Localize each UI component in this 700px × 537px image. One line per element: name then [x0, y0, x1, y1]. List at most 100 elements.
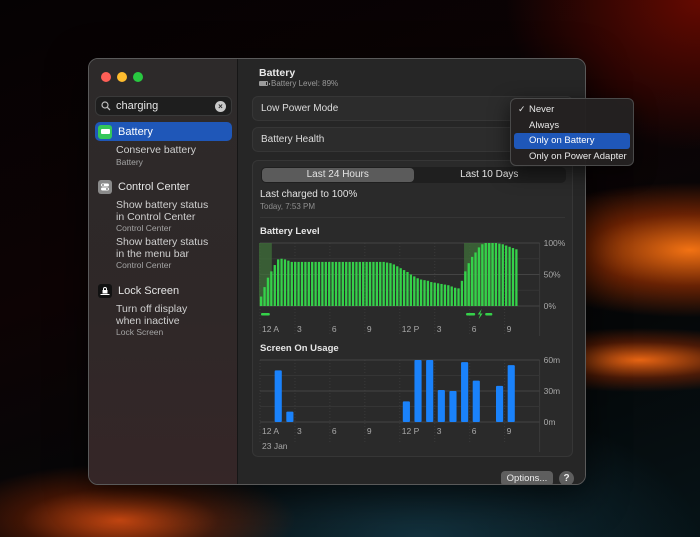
screen-usage-bar	[426, 360, 434, 422]
sidebar-item-control-center[interactable]: Control Center	[95, 177, 232, 196]
battery-level-bar	[362, 261, 365, 306]
sidebar: × Battery Conserve battery Battery	[89, 59, 238, 484]
battery-level-bar	[399, 268, 402, 306]
y-tick-label: 60m	[544, 355, 561, 365]
result-title: Conserve battery	[116, 144, 196, 156]
battery-level-bar	[270, 271, 273, 306]
y-tick-label: 100%	[544, 238, 566, 248]
sidebar-item-label: Battery	[118, 125, 153, 138]
options-button[interactable]: Options...	[501, 471, 553, 484]
screen-on-usage-chart: 60m 30m 0m 12 A 3 6 9 12 P 3 6 9 23 Jan	[259, 355, 561, 452]
battery-level-bar	[430, 282, 433, 306]
menu-item-never[interactable]: ✓ Never	[514, 102, 630, 118]
screen-usage-bar	[286, 411, 294, 422]
battery-level-bar	[389, 263, 392, 306]
battery-level-bar	[328, 261, 331, 306]
checkmark-icon: ✓	[518, 104, 526, 114]
screen-usage-bar	[507, 365, 515, 422]
x-tick-label: 9	[367, 324, 372, 334]
x-tick-label: 3	[437, 426, 442, 436]
menu-item-only-on-battery[interactable]: Only on Battery	[514, 133, 630, 149]
battery-level-bar	[304, 261, 307, 306]
menu-item-only-on-power-adapter[interactable]: Only on Power Adapter	[514, 149, 630, 165]
battery-level-bar	[355, 261, 358, 306]
screen-usage-bar	[274, 370, 282, 422]
x-tick-label: 12 A	[262, 324, 279, 334]
clear-search-icon[interactable]: ×	[215, 100, 226, 112]
battery-level-bar	[436, 283, 440, 306]
battery-level-bar	[392, 264, 396, 306]
battery-level-bar	[283, 259, 287, 306]
sidebar-item-lock-screen[interactable]: Lock Screen	[95, 281, 232, 300]
search-icon	[101, 101, 111, 111]
date-label: 23 Jan	[262, 441, 288, 451]
battery-level-bar	[443, 284, 447, 306]
help-button[interactable]: ?	[559, 471, 574, 484]
search-result-show-battery-status-menu-bar[interactable]: Show battery status in the menu bar Cont…	[116, 236, 231, 271]
battery-level-bar	[260, 296, 263, 306]
battery-level-bar	[453, 287, 457, 306]
battery-level-bar	[280, 258, 283, 306]
battery-level-bar	[263, 287, 266, 306]
battery-level-bar	[277, 259, 280, 306]
battery-level-bar	[266, 277, 270, 306]
battery-level-bar	[314, 261, 317, 306]
search-result-turn-off-display[interactable]: Turn off display when inactive Lock Scre…	[116, 303, 231, 338]
battery-level-bar	[481, 244, 484, 306]
battery-level-chart: 100% 50% 0% 12 A 3 6 9 12 P 3 6 9	[259, 238, 566, 336]
x-tick-label: 12 P	[402, 426, 420, 436]
battery-level-bar	[375, 261, 379, 306]
y-tick-label: 0%	[544, 301, 557, 311]
battery-level-bar	[406, 271, 409, 306]
search-input[interactable]	[116, 100, 215, 112]
battery-level-bar	[331, 261, 334, 306]
sidebar-item-battery[interactable]: Battery	[95, 122, 232, 141]
battery-level-bar	[396, 266, 399, 306]
tab-last-10-days[interactable]: Last 10 Days	[414, 168, 566, 182]
screen-usage-bar	[437, 389, 445, 422]
window-controls	[101, 72, 143, 82]
battery-level-bar	[470, 256, 474, 306]
battery-level-bar	[498, 243, 501, 306]
battery-level-bar	[300, 261, 304, 306]
battery-level-bar	[416, 278, 419, 306]
x-tick-label: 6	[332, 324, 337, 334]
search-field[interactable]: ×	[95, 96, 232, 116]
battery-level-bar	[457, 288, 460, 306]
battery-level-bar	[287, 260, 290, 306]
battery-level-bar	[341, 261, 344, 306]
battery-level-bar	[491, 243, 494, 306]
sidebar-item-label: Lock Screen	[118, 284, 180, 297]
y-tick-label: 0m	[544, 417, 556, 427]
menu-item-always[interactable]: Always	[514, 118, 630, 134]
result-category: Battery	[116, 156, 143, 167]
battery-level-bar	[477, 247, 481, 306]
search-result-show-battery-status-control-center[interactable]: Show battery status in Control Center Co…	[116, 199, 231, 234]
battery-level-bar	[358, 261, 361, 306]
search-result-conserve-battery[interactable]: Conserve battery Battery	[116, 144, 231, 168]
x-tick-label: 3	[297, 324, 302, 334]
battery-level-bar	[447, 285, 450, 306]
result-category: Control Center	[116, 223, 172, 233]
battery-level-bar	[365, 261, 368, 306]
result-title: Show battery status in Control Center	[116, 199, 209, 223]
control-center-icon	[98, 179, 112, 194]
charging-bolt-icon	[477, 309, 483, 319]
last-charged-time: Today, 7:53 PM	[260, 202, 315, 211]
minimize-button[interactable]	[117, 72, 127, 82]
battery-level-bar	[450, 286, 453, 306]
screen-usage-bar	[449, 391, 457, 422]
x-tick-label: 6	[472, 426, 477, 436]
x-tick-label: 6	[472, 324, 477, 334]
zoom-button[interactable]	[133, 72, 143, 82]
battery-health-label: Battery Health	[261, 134, 325, 145]
menu-item-label: Only on Battery	[529, 135, 595, 146]
x-tick-label: 12 A	[262, 426, 279, 436]
battery-level-bar	[505, 245, 508, 306]
screen-usage-bar	[461, 362, 469, 422]
result-title: Turn off display when inactive	[116, 303, 188, 327]
divider	[260, 217, 565, 218]
close-button[interactable]	[101, 72, 111, 82]
tab-last-24-hours[interactable]: Last 24 Hours	[262, 168, 414, 182]
x-tick-label: 3	[297, 426, 302, 436]
